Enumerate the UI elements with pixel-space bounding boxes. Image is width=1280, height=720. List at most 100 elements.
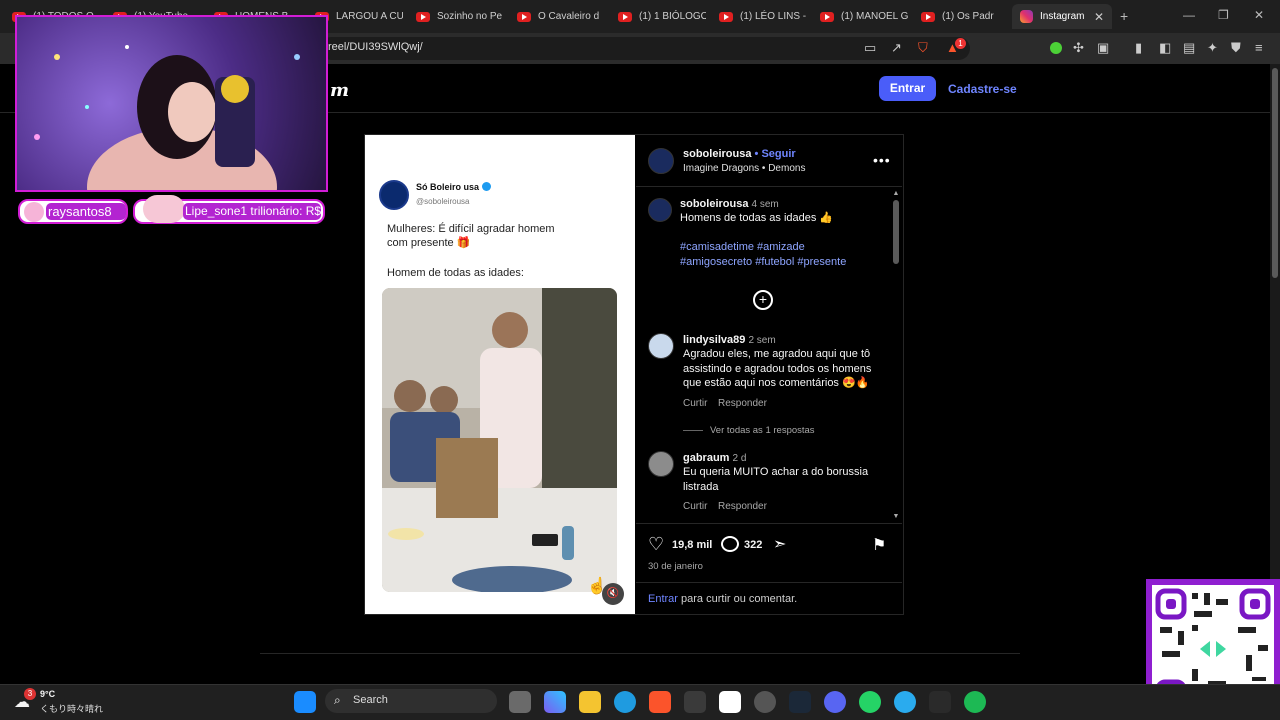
instagram-logo[interactable]: m (330, 80, 349, 101)
commenter-avatar[interactable] (648, 333, 674, 359)
tab-instagram[interactable]: Instagram ✕ (1012, 4, 1112, 29)
comment-1-line-2: assistindo e agradou todos os homens (683, 362, 872, 375)
minimize-icon[interactable]: — (1183, 8, 1195, 22)
author-username[interactable]: soboleirousa (683, 148, 751, 160)
comment-1-reply[interactable]: Responder (718, 398, 767, 409)
file-explorer-icon[interactable] (579, 691, 601, 713)
close-tab-icon[interactable]: ✕ (1094, 10, 1104, 24)
tab-6[interactable]: O Cavaleiro d (517, 4, 605, 29)
like-icon[interactable]: ♡ (648, 534, 664, 555)
copilot-icon[interactable] (544, 691, 566, 713)
tab-label: (1) Os Padr (942, 11, 994, 22)
discord-icon[interactable] (824, 691, 846, 713)
comment-1-line-3: que estão aqui nos comentários 😍🔥 (683, 377, 870, 389)
whatsapp-icon[interactable] (859, 691, 881, 713)
wallet2-icon[interactable]: ▤ (1183, 40, 1195, 56)
tab-9[interactable]: (1) MANOEL G (820, 4, 908, 29)
brave-icon[interactable] (649, 691, 671, 713)
caption-username[interactable]: soboleirousa (680, 198, 748, 210)
leo-icon[interactable]: ✦ (1207, 40, 1218, 56)
author-avatar[interactable] (648, 148, 674, 174)
tab-label: Instagram (1040, 11, 1085, 22)
commenter-avatar[interactable] (648, 451, 674, 477)
share-icon[interactable]: ↗ (891, 40, 902, 56)
cake-icon (24, 202, 44, 222)
status-icon[interactable] (1050, 42, 1062, 54)
window-close-icon[interactable]: ✕ (1254, 8, 1264, 22)
tab-10[interactable]: (1) Os Padr (921, 4, 1001, 29)
cast-icon[interactable]: ▭ (864, 40, 876, 56)
restore-icon[interactable]: ❐ (1218, 8, 1229, 22)
verified-icon (482, 182, 492, 191)
comment-username[interactable]: lindysilva89 (683, 334, 745, 346)
comment-2-reply[interactable]: Responder (718, 501, 767, 512)
login-link[interactable]: Entrar (648, 593, 678, 605)
youtube-icon (820, 11, 834, 22)
load-more-icon[interactable]: + (753, 290, 773, 310)
tab-label: (1) LÉO LINS - (740, 11, 807, 22)
hashtags-line-1[interactable]: #camisadetime #amizade (680, 240, 805, 255)
spotify-icon[interactable] (964, 691, 986, 713)
start-icon[interactable] (294, 691, 316, 713)
save-icon[interactable]: ⚑ (872, 535, 886, 555)
store-icon[interactable] (684, 691, 706, 713)
youtube-icon (921, 11, 935, 22)
obs-icon[interactable] (754, 691, 776, 713)
comments-scrollbar[interactable]: ▲ ▼ (892, 190, 900, 520)
audio-track[interactable]: Imagine Dragons • Demons (683, 163, 805, 174)
wallet-icon[interactable]: ▣ (1097, 40, 1109, 56)
youtube-icon (618, 11, 632, 22)
tab-8[interactable]: (1) LÉO LINS - (719, 4, 807, 29)
steam-icon[interactable] (789, 691, 811, 713)
caption-avatar[interactable] (648, 198, 672, 222)
reading-list-icon[interactable]: ▮ (1135, 40, 1142, 56)
app-icon[interactable] (719, 691, 741, 713)
tab-label: Sozinho no Pe (437, 11, 503, 22)
tweet-handle: @soboleirousa (416, 197, 470, 206)
comment-icon[interactable] (721, 536, 739, 552)
search-box[interactable] (325, 689, 497, 713)
comment-time: 2 sem (748, 335, 776, 346)
task-view-icon[interactable] (509, 691, 531, 713)
search-icon: ⌕ (334, 693, 341, 707)
caption-time: 4 sem (751, 199, 779, 210)
telegram-icon[interactable] (894, 691, 916, 713)
comment-2-like[interactable]: Curtir (683, 501, 707, 512)
more-options-icon[interactable]: ••• (873, 152, 891, 168)
video-frame[interactable] (382, 288, 617, 592)
comment-time: 2 d (732, 453, 747, 464)
new-tab-icon[interactable]: + (1120, 8, 1128, 24)
youtube-icon (719, 11, 733, 22)
replies-line (683, 430, 703, 431)
menu-icon[interactable]: ≡ (1255, 40, 1263, 55)
like-count: 19,8 mil (672, 539, 713, 551)
tab-7[interactable]: (1) 1 BIÓLOGO (618, 4, 706, 29)
tweet-line-1: Mulheres: É difícil agradar homem (387, 223, 555, 235)
badge-text: raysantos8 (46, 203, 126, 220)
tweet-line-3: Homem de todas as idades: (387, 267, 524, 279)
brave-shield-icon[interactable]: ⛉ (918, 40, 928, 56)
divider (636, 523, 902, 524)
follow-button[interactable]: • Seguir (755, 148, 796, 160)
instagram-icon (1020, 10, 1033, 23)
comment-1-like[interactable]: Curtir (683, 398, 707, 409)
epic-games-icon[interactable] (929, 691, 951, 713)
vpn-icon[interactable]: ⛊ (1231, 40, 1241, 56)
tab-5[interactable]: Sozinho no Pe (416, 4, 504, 29)
view-replies[interactable]: Ver todas as 1 respostas (710, 425, 815, 436)
comment-username[interactable]: gabraum (683, 452, 729, 464)
tab-label: O Cavaleiro d (538, 11, 600, 22)
sidebar-icon[interactable]: ◧ (1159, 40, 1171, 56)
edge-icon[interactable] (614, 691, 636, 713)
hashtags-line-2[interactable]: #amigosecreto #futebol #presente (680, 255, 846, 270)
signup-link[interactable]: Cadastre-se (948, 82, 1017, 96)
comment-2-line-1: Eu queria MUITO achar a do borussia (683, 466, 869, 478)
extensions-icon[interactable]: ✣ (1073, 40, 1084, 56)
cursor-icon: ☝ (587, 578, 607, 595)
login-button[interactable]: Entrar (879, 76, 936, 101)
tab-label: LARGOU A CU (336, 11, 403, 22)
tab-4[interactable]: LARGOU A CU (315, 4, 403, 29)
comment-1-line-1: Agradou eles, me agradou aqui que tô (683, 348, 871, 360)
share-icon[interactable]: ➣ (773, 534, 786, 554)
divider (636, 186, 902, 187)
